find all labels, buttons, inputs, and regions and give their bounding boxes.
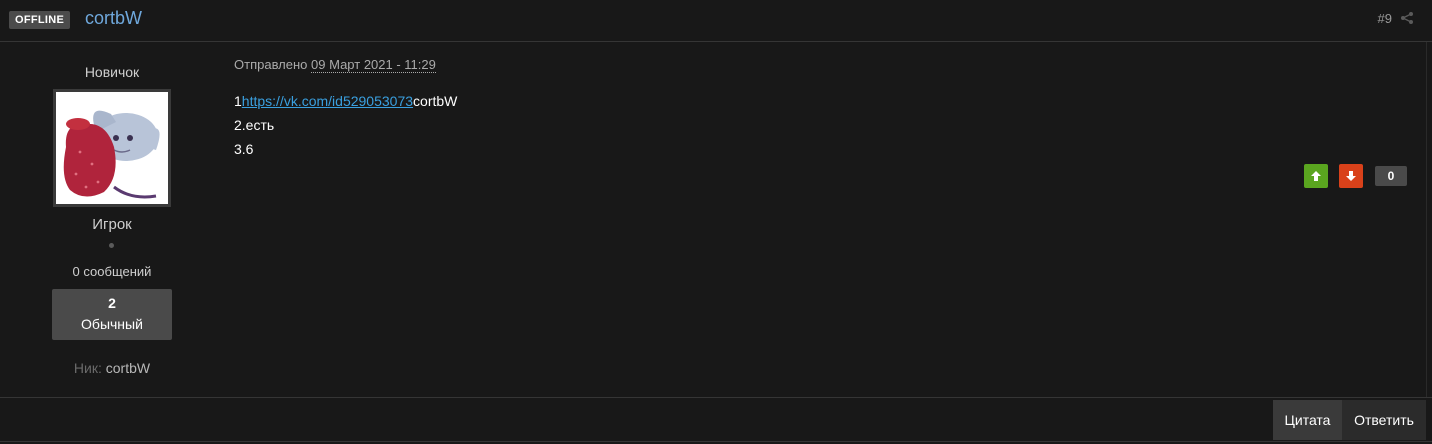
post-line-3: 3.6 bbox=[234, 141, 254, 157]
group-name: Игрок bbox=[92, 216, 132, 233]
post-line-2: 2.есть bbox=[234, 117, 275, 133]
reputation-box: 2 Обычный bbox=[52, 289, 172, 340]
status-badge: OFFLINE bbox=[9, 11, 71, 29]
line1-suffix: cortbW bbox=[413, 93, 458, 109]
profile-link[interactable]: https://vk.com/id529053073 bbox=[242, 93, 413, 109]
forum-post: OFFLINE cortbW #9 Новичок Игрок 0 сообще… bbox=[0, 0, 1432, 444]
post-body: 1https://vk.com/id529053073cortbW 2.есть… bbox=[234, 89, 457, 161]
share-icon[interactable] bbox=[1400, 11, 1414, 25]
line1-prefix: 1 bbox=[234, 93, 242, 109]
arrow-down-icon bbox=[1346, 171, 1356, 181]
separator-dot bbox=[109, 243, 114, 248]
nick-line: Ник: cortbW bbox=[0, 360, 224, 376]
arrow-up-icon bbox=[1311, 171, 1321, 181]
author-panel: Новичок Игрок 0 сообщений 2 Обычный Ник:… bbox=[0, 42, 224, 397]
post-footer: Цитата Ответить bbox=[0, 397, 1432, 444]
footer-divider bbox=[0, 441, 1432, 442]
vote-down-button[interactable] bbox=[1339, 164, 1363, 188]
vote-up-button[interactable] bbox=[1304, 164, 1328, 188]
posted-label: Отправлено bbox=[234, 57, 308, 72]
reputation-label: Обычный bbox=[81, 316, 143, 332]
rating-count: 0 bbox=[1375, 166, 1407, 186]
nick-value: cortbW bbox=[105, 360, 151, 376]
post-meta: Отправлено 09 Март 2021 - 11:29 bbox=[234, 57, 436, 73]
panel-divider bbox=[1426, 42, 1427, 397]
avatar[interactable] bbox=[53, 89, 171, 207]
avatar-image bbox=[56, 92, 168, 204]
quote-button[interactable]: Цитата bbox=[1273, 400, 1342, 440]
reputation-value: 2 bbox=[108, 295, 116, 311]
post-count: 0 сообщений bbox=[72, 264, 152, 279]
reply-button[interactable]: Ответить bbox=[1342, 400, 1426, 440]
post-header: OFFLINE cortbW #9 bbox=[0, 0, 1432, 42]
rank-title: Новичок bbox=[84, 64, 140, 80]
post-line-1: 1https://vk.com/id529053073cortbW bbox=[234, 89, 457, 113]
nick-label: Ник: bbox=[73, 360, 102, 376]
post-number-link[interactable]: #9 bbox=[1378, 11, 1392, 26]
author-name-link[interactable]: cortbW bbox=[85, 8, 142, 29]
post-date: 09 Март 2021 - 11:29 bbox=[311, 57, 436, 73]
